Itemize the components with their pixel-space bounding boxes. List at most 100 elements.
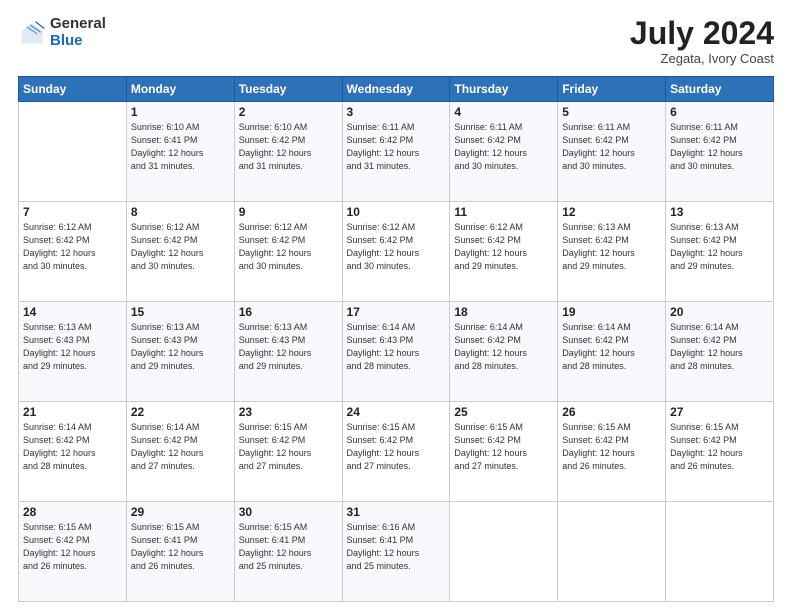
day-info: Sunrise: 6:12 AMSunset: 6:42 PMDaylight:… xyxy=(239,221,338,273)
table-row: 5Sunrise: 6:11 AMSunset: 6:42 PMDaylight… xyxy=(558,102,666,202)
header: General Blue July 2024 Zegata, Ivory Coa… xyxy=(18,16,774,66)
table-row: 7 Sunrise: 6:12 AMSunset: 6:42 PMDaylight… xyxy=(19,202,127,302)
day-info: Sunrise: 6:15 AMSunset: 6:42 PMDaylight:… xyxy=(239,421,338,473)
table-row: 30 Sunrise: 6:15 AMSunset: 6:41 PMDayligh… xyxy=(234,502,342,602)
day-number: 1 xyxy=(131,105,230,119)
header-saturday: Saturday xyxy=(666,77,774,102)
table-row: 10 Sunrise: 6:12 AMSunset: 6:42 PMDayligh… xyxy=(342,202,450,302)
table-row: 28Sunrise: 6:15 AMSunset: 6:42 PMDayligh… xyxy=(19,502,127,602)
day-info: Sunrise: 6:14 AMSunset: 6:43 PMDaylight:… xyxy=(347,321,446,373)
day-info: Sunrise: 6:11 AMSunset: 6:42 PMDaylight:… xyxy=(670,121,769,173)
location-subtitle: Zegata, Ivory Coast xyxy=(630,51,774,66)
day-info: Sunrise: 6:13 AMSunset: 6:43 PMDaylight:… xyxy=(131,321,230,373)
day-number: 24 xyxy=(347,405,446,419)
day-info: Sunrise: 6:13 AMSunset: 6:43 PMDaylight:… xyxy=(239,321,338,373)
day-info: Sunrise: 6:15 AMSunset: 6:42 PMDaylight:… xyxy=(670,421,769,473)
table-row: 8 Sunrise: 6:12 AMSunset: 6:42 PMDaylight… xyxy=(126,202,234,302)
day-number: 6 xyxy=(670,105,769,119)
table-row: 14Sunrise: 6:13 AMSunset: 6:43 PMDayligh… xyxy=(19,302,127,402)
header-sunday: Sunday xyxy=(19,77,127,102)
calendar-week-row: 21 Sunrise: 6:14 AMSunset: 6:42 PMDayligh… xyxy=(19,402,774,502)
table-row: 4Sunrise: 6:11 AMSunset: 6:42 PMDaylight… xyxy=(450,102,558,202)
day-number: 20 xyxy=(670,305,769,319)
day-number: 27 xyxy=(670,405,769,419)
day-info: Sunrise: 6:15 AMSunset: 6:41 PMDaylight:… xyxy=(131,521,230,573)
day-number: 23 xyxy=(239,405,338,419)
header-monday: Monday xyxy=(126,77,234,102)
logo-text: General Blue xyxy=(50,16,106,49)
table-row: 3 Sunrise: 6:11 AMSunset: 6:42 PMDaylight… xyxy=(342,102,450,202)
table-row: 24 Sunrise: 6:15 AMSunset: 6:42 PMDayligh… xyxy=(342,402,450,502)
header-thursday: Thursday xyxy=(450,77,558,102)
header-wednesday: Wednesday xyxy=(342,77,450,102)
table-row: 29 Sunrise: 6:15 AMSunset: 6:41 PMDayligh… xyxy=(126,502,234,602)
day-number: 7 xyxy=(23,205,122,219)
day-info: Sunrise: 6:12 AMSunset: 6:42 PMDaylight:… xyxy=(131,221,230,273)
day-number: 30 xyxy=(239,505,338,519)
day-number: 26 xyxy=(562,405,661,419)
month-title: July 2024 xyxy=(630,16,774,51)
day-number: 17 xyxy=(347,305,446,319)
table-row: 31 Sunrise: 6:16 AMSunset: 6:41 PMDayligh… xyxy=(342,502,450,602)
day-number: 16 xyxy=(239,305,338,319)
day-info: Sunrise: 6:15 AMSunset: 6:42 PMDaylight:… xyxy=(347,421,446,473)
day-info: Sunrise: 6:13 AMSunset: 6:42 PMDaylight:… xyxy=(670,221,769,273)
day-number: 25 xyxy=(454,405,553,419)
table-row: 6 Sunrise: 6:11 AMSunset: 6:42 PMDaylight… xyxy=(666,102,774,202)
table-row: 9Sunrise: 6:12 AMSunset: 6:42 PMDaylight… xyxy=(234,202,342,302)
day-info: Sunrise: 6:14 AMSunset: 6:42 PMDaylight:… xyxy=(562,321,661,373)
logo-general: General xyxy=(50,15,106,32)
table-row: 25Sunrise: 6:15 AMSunset: 6:42 PMDayligh… xyxy=(450,402,558,502)
day-info: Sunrise: 6:15 AMSunset: 6:41 PMDaylight:… xyxy=(239,521,338,573)
day-info: Sunrise: 6:16 AMSunset: 6:41 PMDaylight:… xyxy=(347,521,446,573)
calendar-week-row: 14 Sunrise: 6:13 AMSunset: 6:43 PMDayligh… xyxy=(19,302,774,402)
logo: General Blue xyxy=(18,16,106,49)
day-info: Sunrise: 6:11 AMSunset: 6:42 PMDaylight:… xyxy=(347,121,446,173)
table-row: 17 Sunrise: 6:14 AMSunset: 6:43 PMDayligh… xyxy=(342,302,450,402)
day-info: Sunrise: 6:11 AMSunset: 6:42 PMDaylight:… xyxy=(562,121,661,173)
table-row xyxy=(450,502,558,602)
table-row: 20Sunrise: 6:14 AMSunset: 6:42 PMDayligh… xyxy=(666,302,774,402)
table-row: 13 Sunrise: 6:13 AMSunset: 6:42 PMDayligh… xyxy=(666,202,774,302)
weekday-header-row: Sunday Monday Tuesday Wednesday Thursday… xyxy=(19,77,774,102)
table-row: 11Sunrise: 6:12 AMSunset: 6:42 PMDayligh… xyxy=(450,202,558,302)
table-row: 22 Sunrise: 6:14 AMSunset: 6:42 PMDayligh… xyxy=(126,402,234,502)
day-number: 3 xyxy=(347,105,446,119)
logo-icon xyxy=(18,19,46,47)
day-info: Sunrise: 6:12 AMSunset: 6:42 PMDaylight:… xyxy=(347,221,446,273)
day-number: 22 xyxy=(131,405,230,419)
table-row: 2 Sunrise: 6:10 AMSunset: 6:42 PMDaylight… xyxy=(234,102,342,202)
day-info: Sunrise: 6:14 AMSunset: 6:42 PMDaylight:… xyxy=(454,321,553,373)
day-number: 11 xyxy=(454,205,553,219)
day-number: 13 xyxy=(670,205,769,219)
table-row: 16 Sunrise: 6:13 AMSunset: 6:43 PMDayligh… xyxy=(234,302,342,402)
day-number: 21 xyxy=(23,405,122,419)
table-row: 21 Sunrise: 6:14 AMSunset: 6:42 PMDayligh… xyxy=(19,402,127,502)
table-row: 12Sunrise: 6:13 AMSunset: 6:42 PMDayligh… xyxy=(558,202,666,302)
table-row: 15 Sunrise: 6:13 AMSunset: 6:43 PMDayligh… xyxy=(126,302,234,402)
header-friday: Friday xyxy=(558,77,666,102)
day-number: 4 xyxy=(454,105,553,119)
day-number: 15 xyxy=(131,305,230,319)
day-info: Sunrise: 6:14 AMSunset: 6:42 PMDaylight:… xyxy=(131,421,230,473)
day-number: 8 xyxy=(131,205,230,219)
table-row: 26Sunrise: 6:15 AMSunset: 6:42 PMDayligh… xyxy=(558,402,666,502)
day-info: Sunrise: 6:10 AMSunset: 6:41 PMDaylight:… xyxy=(131,121,230,173)
table-row: 23 Sunrise: 6:15 AMSunset: 6:42 PMDayligh… xyxy=(234,402,342,502)
day-number: 19 xyxy=(562,305,661,319)
table-row: 27 Sunrise: 6:15 AMSunset: 6:42 PMDayligh… xyxy=(666,402,774,502)
day-info: Sunrise: 6:14 AMSunset: 6:42 PMDaylight:… xyxy=(23,421,122,473)
day-number: 31 xyxy=(347,505,446,519)
table-row: 19 Sunrise: 6:14 AMSunset: 6:42 PMDayligh… xyxy=(558,302,666,402)
table-row xyxy=(666,502,774,602)
day-number: 10 xyxy=(347,205,446,219)
day-info: Sunrise: 6:10 AMSunset: 6:42 PMDaylight:… xyxy=(239,121,338,173)
calendar-page: General Blue July 2024 Zegata, Ivory Coa… xyxy=(0,0,792,612)
day-number: 14 xyxy=(23,305,122,319)
day-number: 2 xyxy=(239,105,338,119)
table-row xyxy=(19,102,127,202)
day-number: 29 xyxy=(131,505,230,519)
title-block: July 2024 Zegata, Ivory Coast xyxy=(630,16,774,66)
day-info: Sunrise: 6:15 AMSunset: 6:42 PMDaylight:… xyxy=(23,521,122,573)
day-info: Sunrise: 6:12 AMSunset: 6:42 PMDaylight:… xyxy=(23,221,122,273)
